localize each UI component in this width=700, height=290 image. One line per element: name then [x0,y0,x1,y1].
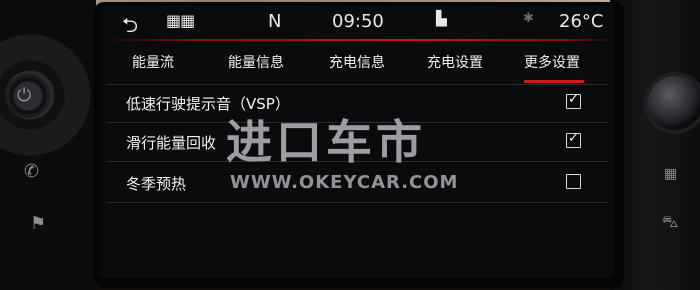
vsp-checkbox[interactable]: ✓ [566,92,581,109]
tab-energy-flow[interactable]: 能量流 [132,52,174,72]
watermark-url: WWW.OKEYCAR.COM [230,172,459,193]
status-bar: ⮌ ▦▦ N 09:50 ▙ ✱ 26°C [100,6,614,38]
divider [106,84,608,85]
car-settings-icon[interactable]: ⛍ [662,212,679,232]
flag-icon[interactable]: ⚑ [30,214,46,234]
watermark-title: 进口车市 [226,115,426,169]
setting-label: 滑行能量回收 [126,134,217,152]
tab-energy-info[interactable]: 能量信息 [228,52,284,72]
active-tab-indicator [524,80,584,83]
clock: 09:50 [332,11,384,32]
check-icon: ✓ [568,131,579,146]
user-profile-icon[interactable]: ▙ [436,11,447,27]
setting-label: 冬季预热 [126,175,187,193]
gear-indicator: N [268,11,282,32]
bluetooth-icon: ✱ [523,11,534,26]
tab-more-settings[interactable]: 更多设置 [524,52,580,72]
app-grid-icon[interactable]: ▦▦ [166,11,195,30]
divider [106,202,608,203]
power-icon: ⏻ [17,85,32,106]
tab-charging-settings[interactable]: 充电设置 [427,52,483,72]
outside-temperature: 26°C [559,11,604,32]
tab-charging-info[interactable]: 充电信息 [329,52,385,72]
apps-grid-hard-icon[interactable]: ▦ [664,164,677,184]
left-control-panel [0,0,96,290]
volume-knob[interactable] [648,76,700,130]
phone-icon[interactable]: ✆ [24,162,39,182]
check-icon: ✓ [568,92,579,107]
status-accent-line [100,39,614,41]
tab-bar: 能量流 能量信息 充电信息 充电设置 更多设置 [100,44,614,78]
preheat-checkbox[interactable] [566,174,581,189]
regen-checkbox[interactable]: ✓ [566,131,581,148]
